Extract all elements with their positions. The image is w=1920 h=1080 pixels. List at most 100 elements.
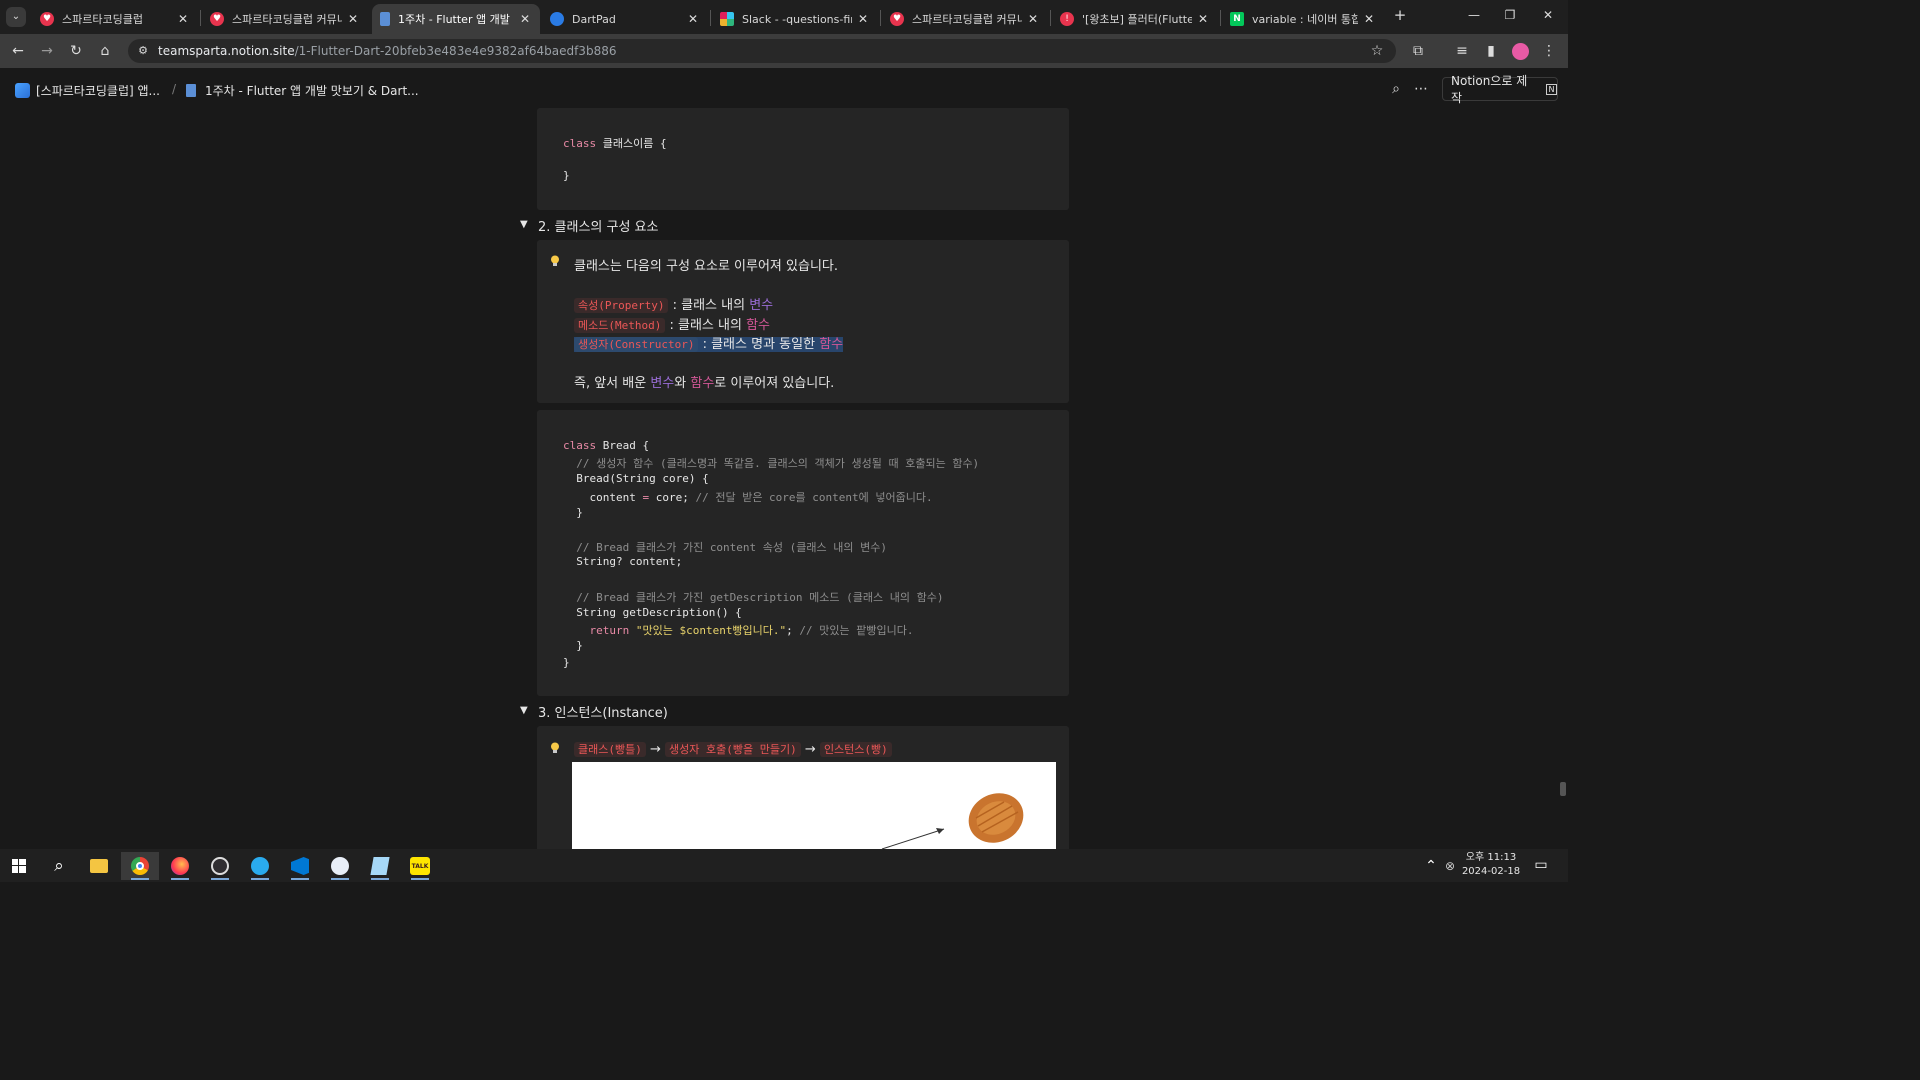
component-constructor-line: 생성자(Constructor) : 클래스 명과 동일한 함수 xyxy=(574,333,844,352)
browser-menu-icon[interactable]: ⋮ xyxy=(1540,42,1558,60)
code-comment-line: // Bread 클래스가 가진 content 속성 (클래스 내의 변수) xyxy=(563,541,887,554)
tab-slack[interactable]: Slack - -questions-fireba ✕ xyxy=(712,4,878,34)
tab-separator xyxy=(880,10,881,26)
extensions-icon[interactable]: ⧉ xyxy=(1409,42,1427,60)
toggle-arrow-icon[interactable]: ▼ xyxy=(520,705,528,716)
code-line: Bread(String core) { xyxy=(563,472,709,485)
spartacoding-favicon-icon: ♥ xyxy=(210,12,224,26)
code-line: String? content; xyxy=(563,555,683,568)
firefox-icon[interactable] xyxy=(161,852,199,880)
home-icon[interactable]: ⌂ xyxy=(96,42,114,60)
code-line: } xyxy=(563,656,570,669)
app-icon[interactable] xyxy=(321,852,359,880)
profile-avatar[interactable] xyxy=(1512,43,1529,60)
close-window-button[interactable]: ✕ xyxy=(1538,8,1558,22)
close-tab-icon[interactable]: ✕ xyxy=(856,12,870,26)
tab-flutter-beginner[interactable]: ! '[왕초보] 플러터(Flutter) ✕ xyxy=(1052,4,1218,34)
vscode-icon[interactable] xyxy=(281,852,319,880)
taskbar-clock[interactable]: 오후 11:13 2024-02-18 xyxy=(1458,851,1524,879)
tab-spartacoding-community[interactable]: ♥ 스파르타코딩클럽 커뮤니 ✕ xyxy=(202,4,368,34)
tab-dartpad[interactable]: DartPad ✕ xyxy=(542,4,708,34)
code-line: } xyxy=(563,506,583,519)
lightbulb-icon xyxy=(551,255,559,266)
close-tab-icon[interactable]: ✕ xyxy=(346,12,360,26)
code-comment-line: // 생성자 함수 (클래스명과 똑같음. 클래스의 객체가 생성될 때 호출되… xyxy=(563,457,980,470)
taskbar-search-icon[interactable]: ⌕ xyxy=(40,852,78,880)
tray-chevron-up-icon[interactable]: ⌃ xyxy=(1422,857,1440,875)
breadcrumb-page[interactable]: 1주차 - Flutter 앱 개발 맛보기 & Dart... xyxy=(186,82,419,99)
tab-notion-week1[interactable]: 1주차 - Flutter 앱 개발 맛 ✕ xyxy=(372,4,540,34)
url-text[interactable]: teamsparta.notion.site/1-Flutter-Dart-20… xyxy=(158,44,616,58)
component-method-line: 메소드(Method) : 클래스 내의 함수 xyxy=(574,314,770,333)
back-icon[interactable]: ← xyxy=(9,42,27,60)
tray-status-icon[interactable]: ⊗ xyxy=(1441,857,1459,875)
callout-intro-text: 클래스는 다음의 구성 요소로 이루어져 있습니다. xyxy=(574,259,838,274)
workspace-logo-icon xyxy=(15,83,30,98)
bookmark-star-icon[interactable]: ☆ xyxy=(1368,42,1386,60)
tab-naver-search[interactable]: N variable : 네이버 통합검 ✕ xyxy=(1222,4,1384,34)
made-with-notion-button[interactable]: Notion으로 제작 N xyxy=(1442,74,1558,105)
slack-favicon-icon xyxy=(720,12,734,26)
notepad-icon[interactable] xyxy=(361,852,399,880)
side-panel-icon[interactable]: ▮ xyxy=(1482,42,1500,60)
chrome-icon[interactable] xyxy=(121,852,159,880)
close-tab-icon[interactable]: ✕ xyxy=(1196,12,1210,26)
naver-favicon-icon: N xyxy=(1230,12,1244,26)
more-options-icon[interactable]: ⋯ xyxy=(1412,80,1430,98)
close-tab-icon[interactable]: ✕ xyxy=(686,12,700,26)
tab-separator xyxy=(1050,10,1051,26)
spartacoding-favicon-icon: ♥ xyxy=(890,12,904,26)
component-property-line: 속성(Property) : 클래스 내의 변수 xyxy=(574,294,773,313)
section-heading-instance: 3. 인스턴스(Instance) xyxy=(538,706,668,721)
forward-icon[interactable]: → xyxy=(38,42,56,60)
notion-logo-icon: N xyxy=(1546,83,1557,95)
page-scrollbar-thumb[interactable] xyxy=(1560,782,1566,796)
spartacoding-favicon-icon: ! xyxy=(1060,12,1074,26)
code-comment-line: // Bread 클래스가 가진 getDescription 메소드 (클래스… xyxy=(563,591,944,604)
windows-start-icon[interactable] xyxy=(0,852,38,880)
tab-separator xyxy=(1220,10,1221,26)
instance-flow-text: 클래스(빵틀) → 생성자 호출(빵을 만들기) → 인스턴스(빵) xyxy=(574,741,892,757)
file-explorer-icon[interactable] xyxy=(80,852,118,880)
code-block-class-syntax xyxy=(537,108,1069,210)
madeleine-illustration xyxy=(881,793,1024,849)
notion-page-favicon-icon xyxy=(380,12,390,26)
obs-icon[interactable] xyxy=(201,852,239,880)
close-tab-icon[interactable]: ✕ xyxy=(1026,12,1040,26)
code-line: return "맛있는 $content빵입니다."; // 맛있는 팥빵입니다… xyxy=(563,624,914,637)
search-icon[interactable]: ⌕ xyxy=(1387,80,1405,98)
callout-summary-text: 즉, 앞서 배운 변수와 함수로 이루어져 있습니다. xyxy=(574,376,835,391)
spartacoding-favicon-icon: ♥ xyxy=(40,12,54,26)
close-tab-icon[interactable]: ✕ xyxy=(1362,12,1376,26)
telegram-icon[interactable] xyxy=(241,852,279,880)
code-line: } xyxy=(563,169,570,182)
code-line: class Bread { xyxy=(563,439,650,452)
code-line: content = core; // 전달 받은 core를 content에 … xyxy=(563,491,933,504)
breadcrumb-separator: / xyxy=(172,82,177,96)
close-tab-icon[interactable]: ✕ xyxy=(176,12,190,26)
tab-search-icon[interactable]: ⌄ xyxy=(6,7,26,27)
new-tab-button[interactable]: + xyxy=(1390,6,1410,24)
kakaotalk-icon[interactable]: TALK xyxy=(401,852,439,880)
reload-icon[interactable]: ↻ xyxy=(67,42,85,60)
site-info-icon[interactable]: ⚙ xyxy=(134,42,152,60)
code-line: class 클래스이름 { xyxy=(563,137,667,150)
section-heading-components: 2. 클래스의 구성 요소 xyxy=(538,220,659,235)
media-control-icon[interactable]: ≡ xyxy=(1453,42,1471,60)
restore-window-button[interactable]: ❐ xyxy=(1500,8,1520,22)
bread-illustration-image xyxy=(572,762,1056,849)
code-line: String getDescription() { xyxy=(563,606,742,619)
breadcrumb-workspace[interactable]: [스파르타코딩클럽] 앱... xyxy=(15,82,160,99)
toggle-arrow-icon[interactable]: ▼ xyxy=(520,219,528,230)
code-line: } xyxy=(563,639,583,652)
tab-separator xyxy=(710,10,711,26)
page-icon xyxy=(186,84,196,97)
tab-spartacodingclub[interactable]: ♥ 스파르타코딩클럽 ✕ xyxy=(32,4,198,34)
tab-spartacoding-community-2[interactable]: ♥ 스파르타코딩클럽 커뮤니 ✕ xyxy=(882,4,1048,34)
tab-separator xyxy=(200,10,201,26)
notification-center-icon[interactable]: ▭ xyxy=(1532,856,1550,874)
minimize-window-button[interactable]: — xyxy=(1464,8,1484,22)
dart-favicon-icon xyxy=(550,12,564,26)
lightbulb-icon xyxy=(551,742,559,753)
close-tab-icon[interactable]: ✕ xyxy=(518,12,532,26)
